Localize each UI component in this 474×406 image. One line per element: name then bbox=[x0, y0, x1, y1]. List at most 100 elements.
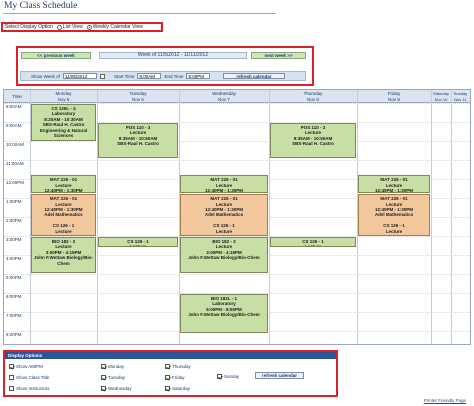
sunday-option[interactable]: Sunday bbox=[217, 374, 239, 379]
wednesday-option[interactable]: Wednesday bbox=[101, 386, 132, 391]
time-label: 3:00PM bbox=[6, 237, 22, 242]
show-class-title-label: Show Class Title bbox=[16, 375, 50, 380]
title-divider bbox=[3, 13, 276, 14]
time-label: 8:00PM bbox=[6, 332, 22, 337]
show-instructors-label: Show Instructors bbox=[16, 386, 50, 391]
day-name: Saturday bbox=[432, 91, 449, 96]
thursday-option[interactable]: Thursday bbox=[165, 364, 191, 369]
time-header: Time bbox=[4, 90, 30, 103]
show-class-title-checkbox[interactable] bbox=[9, 375, 14, 380]
class-event[interactable]: CS 126 - 1Lecture1:40PM - 2:30PMEngineer… bbox=[98, 237, 178, 248]
event-line: SBS-Raul H. Castro bbox=[117, 141, 159, 147]
show-class-title-option[interactable]: Show Class Title bbox=[9, 375, 49, 380]
day-date: Nov 6 bbox=[132, 96, 144, 102]
saturday-checkbox[interactable] bbox=[165, 386, 170, 391]
tuesday-label: Tuesday bbox=[108, 375, 126, 380]
class-event[interactable]: MAT 226 - 01Lecture12:40PM - 1:30PMAdel … bbox=[358, 175, 430, 194]
event-line: 1:40PM - 2:30PM bbox=[32, 234, 95, 235]
show-ampm-option[interactable]: Show AM/PM bbox=[9, 364, 43, 369]
thursday-checkbox[interactable] bbox=[165, 364, 170, 369]
class-event[interactable]: MAT 226 - 01Lecture12:40PM - 1:30PMAdel … bbox=[31, 194, 96, 236]
tuesday-checkbox[interactable] bbox=[101, 375, 106, 380]
time-label: 11:00AM bbox=[6, 161, 24, 166]
sunday-label: Sunday bbox=[224, 374, 240, 379]
event-line: John F.Wettaw Biology/Bio-Chem bbox=[34, 255, 93, 266]
day-header-thursday: Thursday Nov 8 bbox=[269, 90, 357, 103]
time-label: 12:00PM bbox=[6, 180, 25, 185]
time-label: 7:00PM bbox=[6, 313, 22, 318]
event-line: 1:40PM - 2:30PM bbox=[181, 234, 267, 235]
weekly-view-label: Weekly Calendar View bbox=[92, 24, 143, 30]
monday-checkbox[interactable] bbox=[101, 364, 106, 369]
day-date: Nov 9 bbox=[388, 96, 400, 102]
day-name: Sunday bbox=[453, 91, 468, 96]
page-title: My Class Schedule bbox=[4, 1, 78, 11]
end-time-label: End Time bbox=[164, 73, 184, 79]
saturday-option[interactable]: Saturday bbox=[165, 386, 190, 391]
class-event[interactable]: MAT 226 - 01Lecture12:40PM - 1:30PMAdel … bbox=[180, 175, 268, 194]
day-header-tuesday: Tuesday Nov 6 bbox=[97, 90, 179, 103]
friday-label: Friday bbox=[172, 375, 185, 380]
time-label: 2:00PM bbox=[6, 218, 22, 223]
select-display-label: Select Display Option bbox=[5, 24, 53, 30]
show-ampm-checkbox[interactable] bbox=[9, 364, 14, 369]
day-date: Nov 10 bbox=[434, 96, 448, 102]
calendar-picker-icon[interactable] bbox=[99, 73, 105, 79]
list-view-radio[interactable] bbox=[56, 24, 62, 30]
end-time-input[interactable]: 9:00PM bbox=[186, 73, 211, 79]
event-line: SBS-Raul H. Castro bbox=[292, 141, 334, 147]
display-options-header[interactable]: Display Options bbox=[5, 352, 336, 359]
show-instructors-checkbox[interactable] bbox=[9, 386, 14, 391]
event-line: Lecture bbox=[129, 244, 147, 248]
class-event[interactable]: POS 110 - 3 Lecture 9:35AM - 10:50AM SBS-Ra… bbox=[270, 123, 356, 159]
class-event[interactable]: BIO 182L - 1 Laboratory 6:00PM - 8:50PM Joh… bbox=[180, 294, 268, 333]
monday-option[interactable]: Monday bbox=[101, 364, 124, 369]
class-event[interactable]: BIO 182 - 3 Lecture 3:00PM - 4:15PM John F.… bbox=[31, 237, 96, 274]
time-label: 8:00AM bbox=[6, 104, 22, 109]
friday-option[interactable]: Friday bbox=[165, 375, 185, 380]
weekly-view-radio[interactable] bbox=[86, 24, 92, 30]
show-instructors-option[interactable]: Show Instructors bbox=[9, 386, 50, 391]
day-header-saturday: Saturday Nov 10 bbox=[431, 90, 451, 103]
week-navigation: << previous week Week of 11/5/2012 - 11/… bbox=[16, 46, 314, 86]
list-view-label: List View bbox=[62, 24, 83, 30]
refresh-calendar-button[interactable]: refresh calendar bbox=[223, 73, 285, 79]
thursday-label: Thursday bbox=[172, 364, 191, 369]
class-event[interactable]: MAT 226 - 01Lecture12:40PM - 1:30PMAdel … bbox=[180, 194, 268, 236]
tuesday-option[interactable]: Tuesday bbox=[101, 375, 125, 380]
day-header-friday: Friday Nov 9 bbox=[357, 90, 431, 103]
display-options-refresh-button[interactable]: refresh calendar bbox=[255, 372, 305, 379]
time-label: 6:00PM bbox=[6, 294, 22, 299]
class-event[interactable]: MAT 226 - 01Lecture12:40PM - 1:30PMAdel … bbox=[31, 175, 96, 194]
friday-checkbox[interactable] bbox=[165, 375, 170, 380]
event-line: John F.Wettaw Biology/Bio-Chem bbox=[188, 312, 260, 318]
start-time-input[interactable]: 8:00AM bbox=[137, 73, 162, 79]
day-header-wednesday: Wednesday Nov 7 bbox=[179, 90, 269, 103]
previous-week-button[interactable]: << previous week bbox=[21, 52, 91, 59]
weekly-view-option[interactable]: Weekly Calendar View bbox=[86, 24, 143, 30]
class-event[interactable]: POS 110 - 3 Lecture 9:35AM - 10:50AM SBS-Ra… bbox=[98, 123, 178, 159]
day-date: Nov 8 bbox=[307, 96, 319, 102]
list-view-option[interactable]: List View bbox=[56, 24, 83, 30]
next-week-button[interactable]: next week >> bbox=[251, 52, 306, 59]
time-label: 4:00PM bbox=[6, 256, 22, 261]
class-event[interactable]: BIO 182 - 3 Lecture 3:00PM - 4:15PM John F.… bbox=[180, 237, 268, 274]
wednesday-checkbox[interactable] bbox=[101, 386, 106, 391]
wednesday-label: Wednesday bbox=[108, 386, 132, 391]
sunday-checkbox[interactable] bbox=[217, 374, 222, 379]
class-event[interactable]: MAT 226 - 01Lecture12:40PM - 1:30PMAdel … bbox=[358, 194, 430, 236]
event-line: 12:40PM - 1:30PM bbox=[374, 188, 413, 194]
event-line: 12:40PM - 1:30PM bbox=[44, 188, 83, 194]
class-event[interactable]: CS 126 - 1Lecture1:40PM - 2:30PMEngineer… bbox=[270, 237, 356, 248]
hour-gridline bbox=[4, 160, 470, 161]
event-line: John F.Wettaw Biology/Bio-Chem bbox=[188, 255, 260, 261]
event-line: Engineering & Natural Sciences bbox=[39, 127, 88, 139]
time-label: 1:00PM bbox=[6, 199, 22, 204]
printer-friendly-link[interactable]: Printer Friendly Page bbox=[424, 398, 466, 403]
monday-label: Monday bbox=[108, 364, 125, 369]
day-header-sunday: Sunday Nov 11 bbox=[451, 90, 470, 103]
week-label: Week of 11/5/2012 - 11/11/2012 bbox=[99, 52, 247, 59]
day-column-divider bbox=[431, 90, 432, 344]
show-week-of-input[interactable]: 11/05/2012 bbox=[62, 73, 97, 79]
class-event[interactable]: CS 126L - 4 Laboratory 8:20AM - 10:30AM SBS… bbox=[31, 104, 96, 141]
